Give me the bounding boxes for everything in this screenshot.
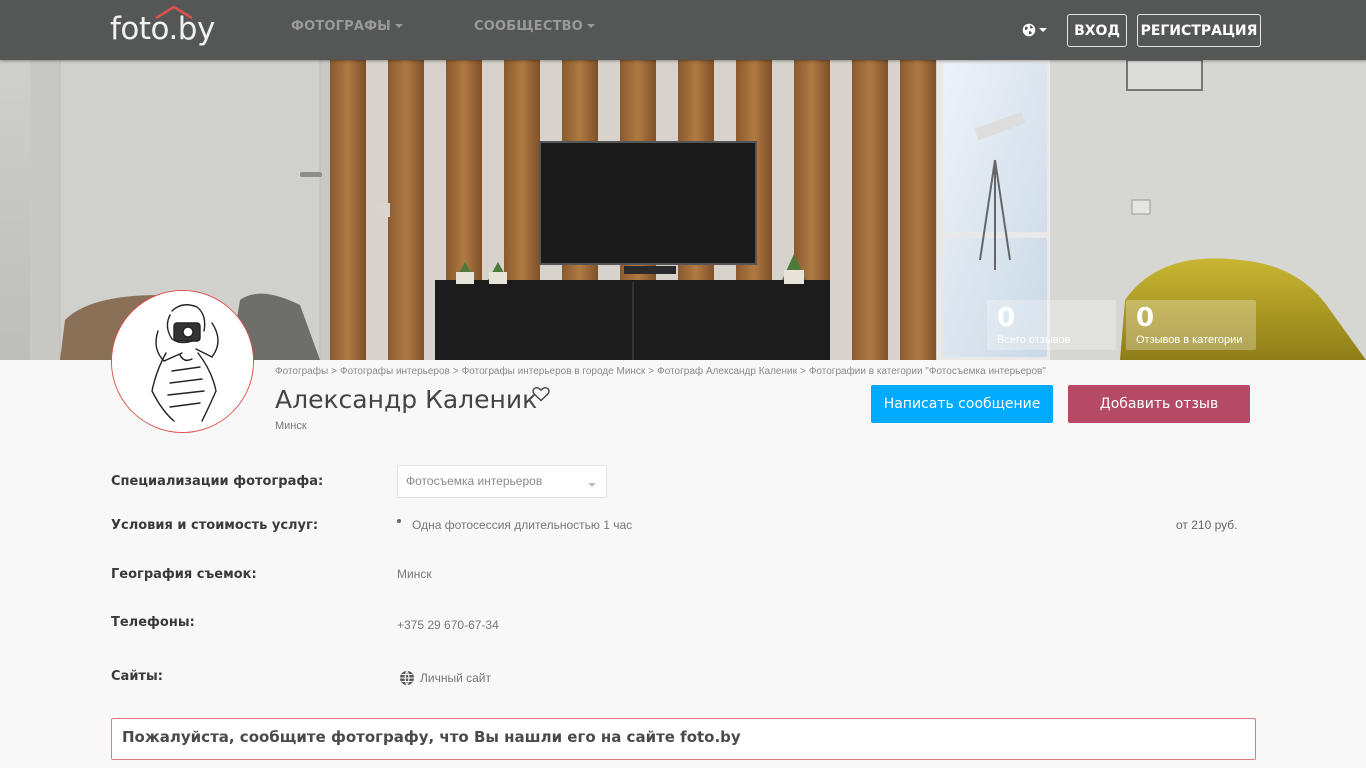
language-selector[interactable]	[1022, 20, 1048, 40]
nav-photographers-label: ФОТОГРАФЫ	[291, 19, 391, 34]
stat-total-reviews: 0 Всего отзывов	[987, 300, 1116, 350]
nav-community[interactable]: СООБЩЕСТВО	[474, 19, 596, 34]
heart-icon[interactable]	[532, 386, 550, 402]
register-button[interactable]: РЕГИСТРАЦИЯ	[1137, 14, 1261, 47]
breadcrumb-separator: >	[452, 366, 459, 377]
specializations-label: Специализации фотографа:	[111, 474, 324, 489]
chevron-down-icon	[1039, 28, 1047, 32]
stat-category-reviews-value: 0	[1136, 303, 1155, 333]
add-review-button[interactable]: Добавить отзыв	[1068, 385, 1250, 423]
breadcrumb-separator: >	[799, 366, 806, 377]
photographer-sketch-image	[112, 291, 253, 432]
breadcrumb-separator: >	[648, 366, 655, 377]
services-label: Условия и стоимость услуг:	[111, 518, 319, 533]
geography-value: Минск	[397, 567, 432, 581]
login-button[interactable]: ВХОД	[1067, 14, 1127, 47]
chevron-down-icon	[394, 24, 403, 28]
notice-box: Пожалуйста, сообщите фотографу, что Вы н…	[111, 718, 1256, 760]
specializations-select[interactable]: Фотосъемка интерьеров	[397, 465, 607, 498]
sites-label: Сайты:	[111, 669, 163, 684]
service-price: от 210 руб.	[1176, 518, 1238, 532]
photographer-name: Александр Каленик	[275, 385, 538, 414]
stat-total-reviews-label: Всего отзывов	[997, 334, 1071, 346]
service-item: Одна фотосессия длительностью 1 час	[412, 518, 633, 532]
phone-value[interactable]: +375 29 670-67-34	[397, 618, 499, 632]
write-message-button[interactable]: Написать сообщение	[871, 385, 1053, 423]
stat-category-reviews-label: Отзывов в категории	[1136, 334, 1243, 346]
site-logo[interactable]: foto.by	[110, 5, 215, 48]
globe-icon	[400, 670, 414, 686]
chevron-down-icon	[587, 24, 596, 28]
avatar	[111, 290, 254, 433]
stat-total-reviews-value: 0	[997, 303, 1016, 333]
chevron-down-icon	[588, 483, 596, 487]
logo-roof-icon	[155, 5, 193, 19]
breadcrumb-current: Фотографии в категории "Фотосъемка интер…	[808, 366, 1046, 377]
geography-label: География съемок:	[111, 567, 257, 582]
phones-label: Телефоны:	[111, 615, 195, 630]
breadcrumb-interior-minsk[interactable]: Фотографы интерьеров в городе Минск	[462, 366, 646, 377]
photographer-city: Минск	[275, 420, 307, 432]
breadcrumb-separator: >	[331, 366, 338, 377]
personal-site-label: Личный сайт	[420, 671, 491, 685]
specializations-selected-value: Фотосъемка интерьеров	[406, 474, 543, 488]
nav-community-label: СООБЩЕСТВО	[474, 19, 584, 34]
stat-category-reviews: 0 Отзывов в категории	[1126, 300, 1256, 350]
breadcrumb: Фотографы > Фотографы интерьеров > Фотографы…	[275, 366, 1046, 377]
breadcrumb-photographers[interactable]: Фотографы	[275, 366, 328, 377]
breadcrumb-interior-photographers[interactable]: Фотографы интерьеров	[340, 366, 450, 377]
personal-site-link[interactable]: Личный сайт	[399, 670, 491, 686]
bullet-icon	[397, 519, 401, 523]
globe-icon	[1022, 23, 1036, 37]
breadcrumb-photographer[interactable]: Фотограф Александр Каленик	[657, 366, 797, 377]
top-navbar: foto.by ФОТОГРАФЫ СООБЩЕСТВО ВХОД РЕГИСТ…	[0, 0, 1366, 60]
nav-photographers[interactable]: ФОТОГРАФЫ	[291, 19, 403, 34]
